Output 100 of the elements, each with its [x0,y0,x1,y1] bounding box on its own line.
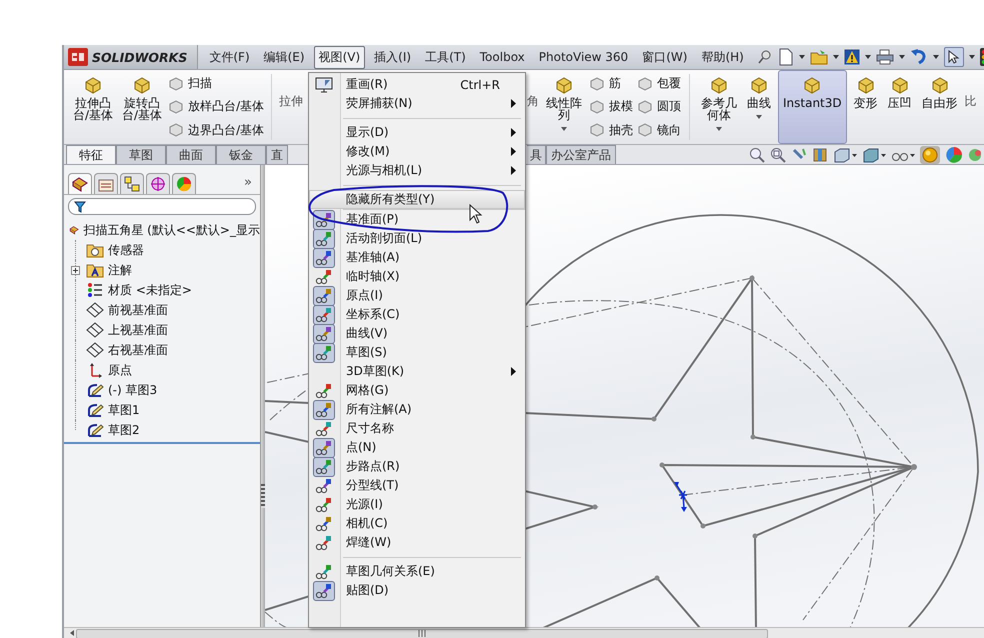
tab[interactable]: 曲面 [166,145,216,164]
panel-tab[interactable] [94,173,118,194]
select-pointer-button[interactable] [944,47,964,67]
menu-item[interactable]: 光源(I) [309,495,525,514]
ribbon-button[interactable]: 放样凸台/基体 [168,96,264,118]
ribbon-button[interactable]: 筋 [589,73,633,94]
menu-item[interactable]: 基准轴(A) [309,248,525,267]
caret-icon[interactable] [561,127,567,131]
caret-icon[interactable] [932,55,939,59]
menu-item[interactable]: 修改(M) [309,142,525,161]
glasses-toggle-icon[interactable] [313,456,335,476]
ribbon-button-label[interactable]: 比 [964,70,977,144]
tree-item[interactable]: 右视基准面 [108,342,168,358]
panel-tab[interactable] [120,173,144,194]
menu-item[interactable]: 荧屏捕获(N) [309,94,525,113]
appearance-button[interactable] [920,146,940,164]
menu-item[interactable]: 草图(S) [309,343,525,362]
glasses-toggle-icon[interactable] [313,342,335,362]
caret-icon[interactable] [716,127,722,131]
menu-item[interactable]: 相机(C) [309,514,525,533]
menu-item[interactable]: 光源与相机(L) [309,161,525,180]
menu-item[interactable]: 工具(T) [420,46,471,68]
tree-item[interactable]: 前视基准面 [108,302,168,318]
tree-item[interactable]: 草图2 [108,422,140,438]
menu-item[interactable]: 重画(R) Ctrl+R [309,75,525,94]
menu-item[interactable]: 临时轴(X) [309,267,525,286]
glasses-toggle-icon[interactable] [313,324,335,344]
warning-icon[interactable] [844,49,860,65]
caret-icon[interactable] [864,55,871,59]
view-orientation-icon[interactable] [833,146,857,162]
menu-item[interactable]: 视图(V) [314,46,366,68]
caret-icon[interactable] [898,55,905,59]
panel-tab[interactable] [68,173,92,194]
glasses-toggle-icon[interactable] [313,228,335,248]
ribbon-button-label[interactable]: 拉伸 [279,70,304,144]
menu-item[interactable]: 贴图(D) [309,581,525,600]
menu-item[interactable]: 坐标系(C) [309,305,525,324]
ribbon-button[interactable]: 抽壳 [589,120,633,141]
glasses-toggle-icon[interactable] [313,438,335,458]
menu-item[interactable]: 隐藏所有类型(Y) [309,190,525,209]
ribbon-button[interactable]: 压凹 [884,70,915,144]
menu-item[interactable]: 插入(I) [369,46,416,68]
ribbon-button[interactable]: 边界凸台/基体 [168,120,264,141]
menu-item[interactable]: 尺寸名称 [309,419,525,438]
tree-item[interactable]: 草图1 [108,402,140,418]
menu-item[interactable]: 显示(D) [309,123,525,142]
menu-item[interactable]: 网格(G) [309,381,525,400]
glasses-toggle-icon[interactable] [313,304,335,324]
ribbon-button-label[interactable]: 角 [527,70,539,144]
menu-item[interactable]: 焊缝(W) [309,533,525,552]
ribbon-button[interactable]: 镜向 [637,120,681,141]
ribbon-button[interactable]: 曲线 [744,70,774,144]
tab[interactable]: 草图 [116,145,166,164]
ribbon-button[interactable]: 扫描 [168,73,264,94]
caret-icon[interactable] [832,55,839,59]
scroll-thumb[interactable] [76,629,768,638]
ribbon-button[interactable]: 拔模 [589,96,633,118]
filter-field[interactable] [68,198,256,215]
menu-item[interactable]: 曲线(V) [309,324,525,343]
tree-item[interactable]: 扫描五角星 (默认<<默认>_显示 [83,222,260,238]
tree-item[interactable]: 注解 [108,262,132,278]
menu-item[interactable]: 分型线(T) [309,476,525,495]
menu-item[interactable]: 窗口(W) [637,46,692,68]
menu-item[interactable]: 点(N) [309,438,525,457]
tab[interactable]: 直 [266,145,288,164]
tab[interactable]: 办公室产品 [546,145,616,164]
ribbon-button[interactable]: 旋转凸 台/基体 [119,70,166,144]
glasses-toggle-icon[interactable] [313,580,335,600]
menu-item[interactable]: PhotoView 360 [534,47,634,67]
caret-icon[interactable] [968,55,975,59]
expand-chevron[interactable]: » [244,175,256,190]
glasses-toggle-icon[interactable] [313,286,335,306]
horizontal-scrollbar[interactable] [64,627,984,638]
tree-item[interactable]: (-) 草图3 [108,382,158,398]
caret-icon[interactable] [756,115,762,119]
new-document-icon[interactable] [778,48,794,66]
ribbon-button[interactable]: 拉伸凸 台/基体 [70,70,116,144]
tree-item[interactable]: 上视基准面 [108,322,168,338]
ribbon-button[interactable]: 圆顶 [637,96,681,118]
splitter-handle[interactable] [261,484,265,508]
menu-item[interactable]: 帮助(H) [696,46,749,68]
glasses-toggle-icon[interactable] [313,400,335,420]
tab[interactable]: 钣金 [216,145,266,164]
menu-item[interactable]: 编辑(E) [258,46,310,68]
undo-icon[interactable] [910,49,928,65]
menu-item[interactable]: 文件(F) [204,46,255,68]
ribbon-button[interactable]: 参考几 何体 [698,70,740,144]
printer-icon[interactable] [876,49,894,65]
ribbon-button[interactable]: 线性阵 列 [543,70,585,144]
ribbon-button[interactable]: 变形 [850,70,881,144]
panel-tab[interactable] [146,173,170,194]
folder-icon[interactable] [810,49,828,65]
tree-item[interactable]: 材质 <未指定> [108,282,192,298]
glasses-toggle-icon[interactable] [313,248,335,268]
caret-icon[interactable] [798,55,805,59]
ribbon-button[interactable]: 自由形 [918,70,961,144]
menu-item[interactable]: 所有注解(A) [309,400,525,419]
color-ball-icon[interactable] [945,146,963,164]
menu-item[interactable]: Toolbox [474,47,530,67]
ribbon-button[interactable]: 包覆 [637,73,681,94]
